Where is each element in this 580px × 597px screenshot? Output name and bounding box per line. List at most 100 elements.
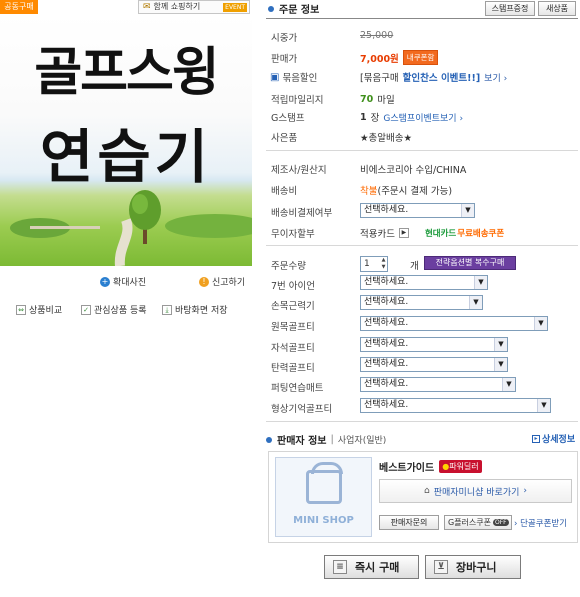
option-select-1-value: 선택하세요. bbox=[364, 297, 409, 307]
shipping-note: (주문시 결제 가능) bbox=[377, 186, 453, 197]
seller-detail-link[interactable]: ▸ 상세정보 bbox=[532, 432, 575, 445]
list-icon: ≡ bbox=[333, 560, 347, 574]
desktop-save-label: 바탕화면 저장 bbox=[175, 306, 228, 316]
option-select-0[interactable]: 선택하세요. ▼ bbox=[360, 275, 488, 290]
ship-pay-select[interactable]: 선택하세요. ▼ bbox=[360, 203, 475, 218]
wishlist-link[interactable]: ✓ 관심상품 등록 bbox=[81, 303, 147, 316]
power-dealer-badge: ●파워딜러 bbox=[439, 460, 482, 473]
divider-2 bbox=[266, 245, 578, 246]
cart-icon: ⊻ bbox=[434, 560, 448, 574]
g-stamp-row: 1 장 G스탬프이벤트보기 › bbox=[360, 110, 463, 125]
my-coupon-button[interactable]: 내쿠폰함 bbox=[402, 50, 439, 65]
share-shopping-button[interactable]: ✉ 함께 쇼핑하기 EVENT bbox=[138, 0, 250, 14]
compare-label: 상품비교 bbox=[29, 306, 63, 316]
new-product-button[interactable]: 새상품 bbox=[538, 1, 576, 16]
chevron-down-icon: ▼ bbox=[469, 296, 482, 309]
zoom-photo-link[interactable]: + 확대사진 bbox=[100, 275, 146, 288]
minishop-shortcut-label: 판매자미니샵 바로가기 bbox=[433, 487, 520, 498]
compare-link[interactable]: ⇔ 상품비교 bbox=[16, 303, 62, 316]
option-select-2[interactable]: 선택하세요. ▼ bbox=[360, 316, 548, 331]
installment-label: 무이자할부 bbox=[271, 229, 315, 240]
cart-label: 장바구니 bbox=[456, 561, 497, 574]
option-select-5[interactable]: 선택하세요. ▼ bbox=[360, 377, 516, 392]
house-icon bbox=[306, 462, 343, 504]
cart-button[interactable]: ⊻ 장바구니 bbox=[425, 555, 521, 579]
plus-icon: + bbox=[100, 276, 110, 287]
g-stamp-event-link[interactable]: G스탬프이벤트보기 › bbox=[383, 111, 463, 124]
zoom-photo-label: 확대사진 bbox=[113, 278, 147, 288]
option-label-2: 원목골프티 bbox=[271, 322, 315, 333]
mileage-value: 70 bbox=[360, 93, 374, 105]
section-bullet-icon bbox=[266, 436, 272, 443]
check-icon: ✓ bbox=[81, 304, 91, 315]
order-info-title: 주문 정보 bbox=[279, 5, 320, 16]
option-select-4[interactable]: 선택하세요. ▼ bbox=[360, 357, 508, 372]
mileage-unit: 마일 bbox=[377, 95, 395, 106]
regular-coupon-link[interactable]: › 단골쿠폰받기 bbox=[514, 517, 567, 529]
buy-now-button[interactable]: ≡ 즉시 구매 bbox=[324, 555, 419, 579]
report-link[interactable]: ! 신고하기 bbox=[199, 275, 245, 288]
chevron-down-icon: ▼ bbox=[474, 276, 487, 289]
chevron-down-icon: ▼ bbox=[534, 317, 547, 330]
sale-price-label: 판매가 bbox=[271, 54, 298, 65]
option-label-4: 탄력골프티 bbox=[271, 363, 315, 374]
ship-pay-select-value: 선택하세요. bbox=[364, 205, 409, 215]
installment-value[interactable]: 적용카드 bbox=[360, 226, 395, 240]
share-shopping-label: 함께 쇼핑하기 bbox=[153, 2, 201, 11]
chevron-down-icon: ▼ bbox=[502, 378, 515, 391]
report-label: 신고하기 bbox=[212, 278, 246, 288]
seller-inquiry-button[interactable]: 판매자문의 bbox=[379, 515, 439, 530]
chevron-down-icon: ▼ bbox=[537, 399, 550, 412]
gplus-off-badge: OFF bbox=[493, 519, 509, 526]
chevron-right-icon: › bbox=[523, 486, 527, 496]
play-icon[interactable]: ▶ bbox=[398, 228, 409, 238]
quantity-unit: 개 bbox=[410, 261, 419, 272]
seller-detail-label: 상세정보 bbox=[542, 435, 576, 445]
sale-price-row: 7,000원 내쿠폰함 bbox=[360, 50, 439, 65]
maker-value: 비에스코리아 수입/CHINA bbox=[360, 165, 467, 176]
wishlist-label: 관심상품 등록 bbox=[94, 306, 147, 316]
option-select-0-value: 선택하세요. bbox=[364, 277, 409, 287]
chevron-down-icon: ▼ bbox=[461, 204, 474, 217]
seller-type: 사업자(일반) bbox=[337, 436, 387, 446]
alert-icon: ! bbox=[199, 276, 209, 287]
shipping-fee-label: 배송비 bbox=[271, 186, 298, 197]
market-price-value: 25,000 bbox=[360, 30, 393, 41]
minishop-logo[interactable]: MINI SHOP bbox=[275, 457, 372, 537]
seller-name-row: 베스트가이드 ●파워딜러 bbox=[379, 459, 482, 474]
divider-3 bbox=[266, 421, 578, 422]
option-select-3[interactable]: 선택하세요. ▼ bbox=[360, 337, 508, 352]
card-promo: 무료배송쿠폰 bbox=[457, 229, 505, 239]
market-price-label: 시중가 bbox=[271, 33, 298, 44]
chevron-down-icon: ▼ bbox=[494, 358, 507, 371]
option-label-6: 형상기억골프티 bbox=[271, 404, 333, 415]
gplus-coupon-button[interactable]: G플러스쿠폰 OFF bbox=[444, 515, 512, 530]
ship-pay-label: 배송비결제여부 bbox=[271, 208, 333, 219]
option-select-6-value: 선택하세요. bbox=[364, 400, 409, 410]
minishop-shortcut-button[interactable]: ⌂ 판매자미니샵 바로가기 › bbox=[379, 479, 572, 503]
card-promo-prefix: 현대카드 bbox=[424, 229, 457, 239]
mileage-row: 70 마일 bbox=[360, 92, 395, 107]
landscape-scene bbox=[10, 190, 252, 266]
option-select-6[interactable]: 선택하세요. ▼ bbox=[360, 398, 551, 413]
bundle-discount-label: 묶음할인 bbox=[282, 73, 318, 84]
g-stamp-label: G스탬프 bbox=[271, 113, 305, 124]
option-label-5: 퍼팅연습매트 bbox=[271, 383, 324, 394]
stamp-gift-button[interactable]: 스탬프증정 bbox=[485, 1, 535, 16]
bundle-more-link[interactable]: 보기 › bbox=[484, 71, 507, 84]
group-buy-badge: 공동구매 bbox=[0, 0, 38, 14]
option-select-3-value: 선택하세요. bbox=[364, 339, 409, 349]
desktop-save-link[interactable]: ⤓ 바탕화면 저장 bbox=[162, 303, 228, 316]
buy-now-label: 즉시 구매 bbox=[355, 561, 400, 574]
gift-label: 사은품 bbox=[271, 133, 298, 144]
mail-icon: ✉ bbox=[143, 2, 151, 12]
option-select-1[interactable]: 선택하세요. ▼ bbox=[360, 295, 483, 310]
seller-info-title: 판매자 정보 bbox=[277, 436, 327, 447]
divider-1 bbox=[266, 150, 578, 151]
quantity-down-icon[interactable]: ▼ bbox=[380, 264, 387, 271]
shop-icon: ⌂ bbox=[424, 486, 430, 496]
option-label-0: 7번 아이언 bbox=[271, 281, 316, 292]
quantity-up-icon[interactable]: ▲ bbox=[380, 257, 387, 264]
market-price: 25,000 bbox=[360, 30, 394, 41]
product-image[interactable]: 골프스윙 연습기 bbox=[0, 14, 252, 266]
